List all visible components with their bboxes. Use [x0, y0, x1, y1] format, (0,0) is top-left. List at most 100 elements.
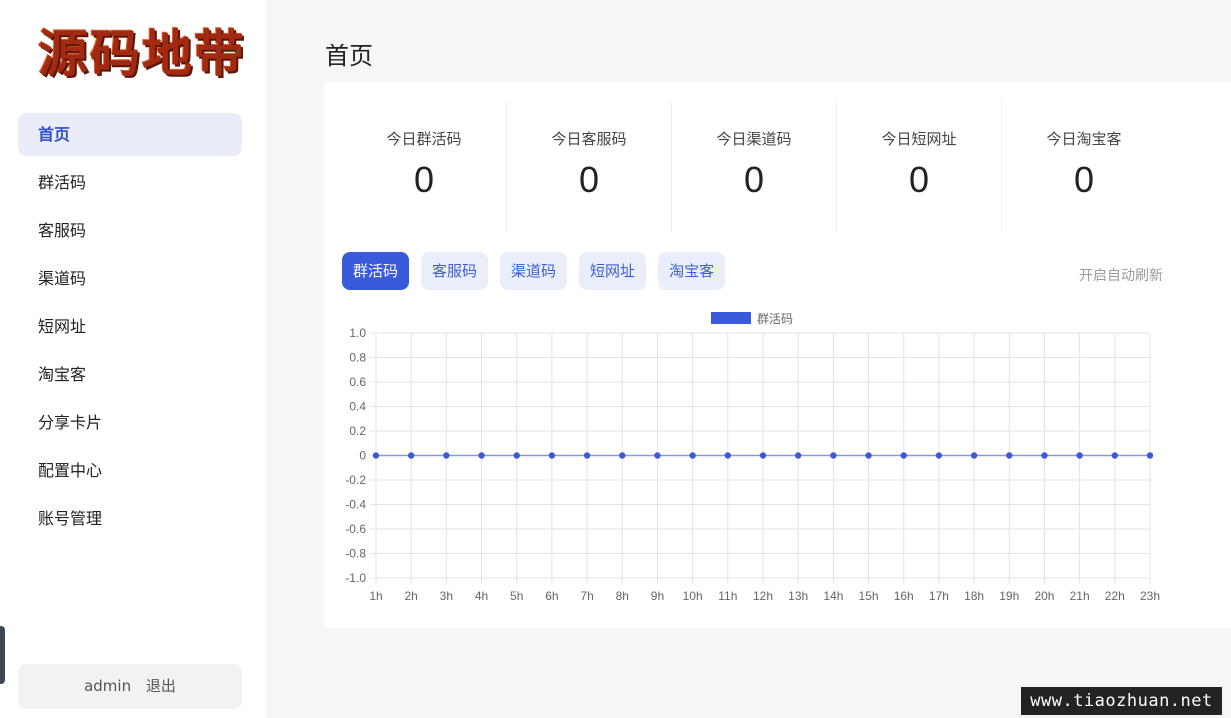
- y-tick-label: 0.4: [349, 400, 366, 414]
- data-point: [935, 452, 943, 459]
- stat-label: 今日渠道码: [716, 130, 792, 148]
- sidebar-item-channel-qrcode[interactable]: 渠道码: [18, 257, 242, 300]
- y-tick-label: -1.0: [345, 571, 366, 585]
- data-point: [724, 452, 732, 459]
- x-tick-label: 18h: [964, 589, 984, 603]
- x-tick-label: 4h: [475, 589, 488, 603]
- data-point: [1076, 452, 1083, 459]
- page-title: 首页: [325, 42, 373, 70]
- stat-label: 今日淘宝客: [1046, 130, 1122, 148]
- legend-label: 群活码: [757, 312, 793, 326]
- stat-channel-qrcode: 今日渠道码 0: [672, 102, 837, 232]
- data-point: [1006, 452, 1013, 459]
- y-tick-label: 0.2: [349, 424, 366, 438]
- x-tick-label: 1h: [369, 589, 382, 603]
- data-point: [1111, 452, 1119, 459]
- y-tick-label: 0.8: [349, 351, 366, 365]
- x-tick-label: 8h: [616, 589, 629, 603]
- tab-channel-qrcode[interactable]: 渠道码: [500, 252, 568, 290]
- legend-swatch: [711, 312, 751, 324]
- data-point: [1041, 452, 1048, 459]
- y-tick-label: -0.4: [345, 498, 366, 512]
- side-drawer-handle[interactable]: [0, 626, 5, 684]
- auto-refresh-toggle[interactable]: 开启自动刷新: [1079, 265, 1163, 285]
- data-point: [443, 452, 450, 459]
- sidebar-nav: 首页 群活码 客服码 渠道码 短网址 淘宝客 分享卡片 配置中心 账号管理: [18, 113, 242, 545]
- data-point: [548, 452, 556, 459]
- data-point: [583, 452, 591, 459]
- data-point: [830, 452, 837, 459]
- data-point: [794, 452, 802, 459]
- x-tick-label: 10h: [683, 589, 703, 603]
- data-point: [407, 452, 415, 459]
- tab-taobaoke[interactable]: 淘宝客: [658, 252, 726, 290]
- stat-service-qrcode: 今日客服码 0: [507, 102, 672, 232]
- sidebar: 源码地带 首页 群活码 客服码 渠道码 短网址 淘宝客 分享卡片 配置中心 账号…: [0, 0, 266, 718]
- y-tick-label: 0: [359, 449, 366, 463]
- sidebar-item-home[interactable]: 首页: [18, 113, 242, 156]
- sidebar-item-taobaoke[interactable]: 淘宝客: [18, 353, 242, 396]
- logout-link[interactable]: 退出: [146, 677, 176, 695]
- y-tick-label: -0.2: [345, 473, 366, 487]
- x-tick-label: 11h: [718, 589, 737, 603]
- logo: 源码地带: [38, 24, 244, 83]
- x-tick-label: 2h: [405, 589, 418, 603]
- user-box: admin 退出: [18, 664, 242, 709]
- stat-taobaoke: 今日淘宝客 0: [1002, 102, 1166, 232]
- sidebar-item-service-qrcode[interactable]: 客服码: [18, 209, 242, 252]
- data-point: [689, 452, 696, 459]
- stat-value: 0: [1073, 159, 1095, 200]
- sidebar-item-account-manage[interactable]: 账号管理: [18, 497, 242, 540]
- data-point: [1146, 452, 1154, 459]
- stat-short-url: 今日短网址 0: [837, 102, 1002, 232]
- tab-service-qrcode[interactable]: 客服码: [421, 252, 489, 290]
- dashboard-card: 今日群活码 0 今日客服码 0 今日渠道码 0 今日短网址 0 今日淘宝客 0 …: [324, 82, 1231, 628]
- stat-value: 0: [413, 159, 435, 200]
- x-tick-label: 12h: [753, 589, 773, 603]
- data-point: [478, 452, 485, 459]
- x-tick-label: 7h: [580, 589, 593, 603]
- stats-row: 今日群活码 0 今日客服码 0 今日渠道码 0 今日短网址 0 今日淘宝客 0: [342, 102, 1182, 232]
- x-tick-label: 6h: [545, 589, 558, 603]
- x-tick-label: 16h: [894, 589, 914, 603]
- username: admin: [84, 677, 132, 695]
- data-point: [619, 452, 626, 459]
- stat-value: 0: [908, 159, 930, 200]
- x-tick-label: 3h: [440, 589, 453, 603]
- data-point: [900, 452, 907, 459]
- x-tick-label: 15h: [859, 589, 879, 603]
- x-tick-label: 21h: [1070, 589, 1090, 603]
- data-point: [654, 452, 661, 459]
- data-point: [865, 452, 872, 459]
- tab-group-qrcode[interactable]: 群活码: [342, 252, 410, 290]
- x-tick-label: 22h: [1105, 589, 1125, 603]
- line-chart: 1.0 0.8 0.6 0.4 0.2 0 -0.2 -0.4 -0.6 -0.8 -1.01h 2h…: [345, 312, 1160, 603]
- x-tick-label: 17h: [929, 589, 949, 603]
- x-tick-label: 5h: [510, 589, 523, 603]
- data-point: [759, 452, 767, 459]
- y-tick-label: -0.8: [345, 547, 366, 561]
- sidebar-item-config-center[interactable]: 配置中心: [18, 449, 242, 492]
- x-tick-label: 20h: [1034, 589, 1054, 603]
- data-point: [372, 452, 380, 459]
- stat-value: 0: [743, 159, 765, 200]
- watermark: www.tiaozhuan.net: [1021, 687, 1222, 715]
- chart-tabs: 群活码 客服码 渠道码 短网址 淘宝客: [342, 252, 737, 290]
- x-tick-label: 14h: [823, 589, 843, 603]
- stat-label: 今日客服码: [551, 130, 627, 148]
- y-tick-label: 1.0: [349, 326, 366, 340]
- x-tick-label: 13h: [788, 589, 808, 603]
- sidebar-item-share-card[interactable]: 分享卡片: [18, 401, 242, 444]
- y-tick-label: -0.6: [345, 522, 366, 536]
- sidebar-item-short-url[interactable]: 短网址: [18, 305, 242, 348]
- x-tick-label: 19h: [999, 589, 1019, 603]
- stat-group-qrcode: 今日群活码 0: [342, 102, 507, 232]
- sidebar-item-group-qrcode[interactable]: 群活码: [18, 161, 242, 204]
- tab-short-url[interactable]: 短网址: [579, 252, 647, 290]
- x-tick-label: 9h: [651, 589, 664, 603]
- stat-value: 0: [578, 159, 600, 200]
- y-tick-label: 0.6: [349, 375, 366, 389]
- stat-label: 今日短网址: [881, 130, 957, 148]
- stat-label: 今日群活码: [386, 130, 462, 148]
- x-tick-label: 23h: [1140, 589, 1160, 603]
